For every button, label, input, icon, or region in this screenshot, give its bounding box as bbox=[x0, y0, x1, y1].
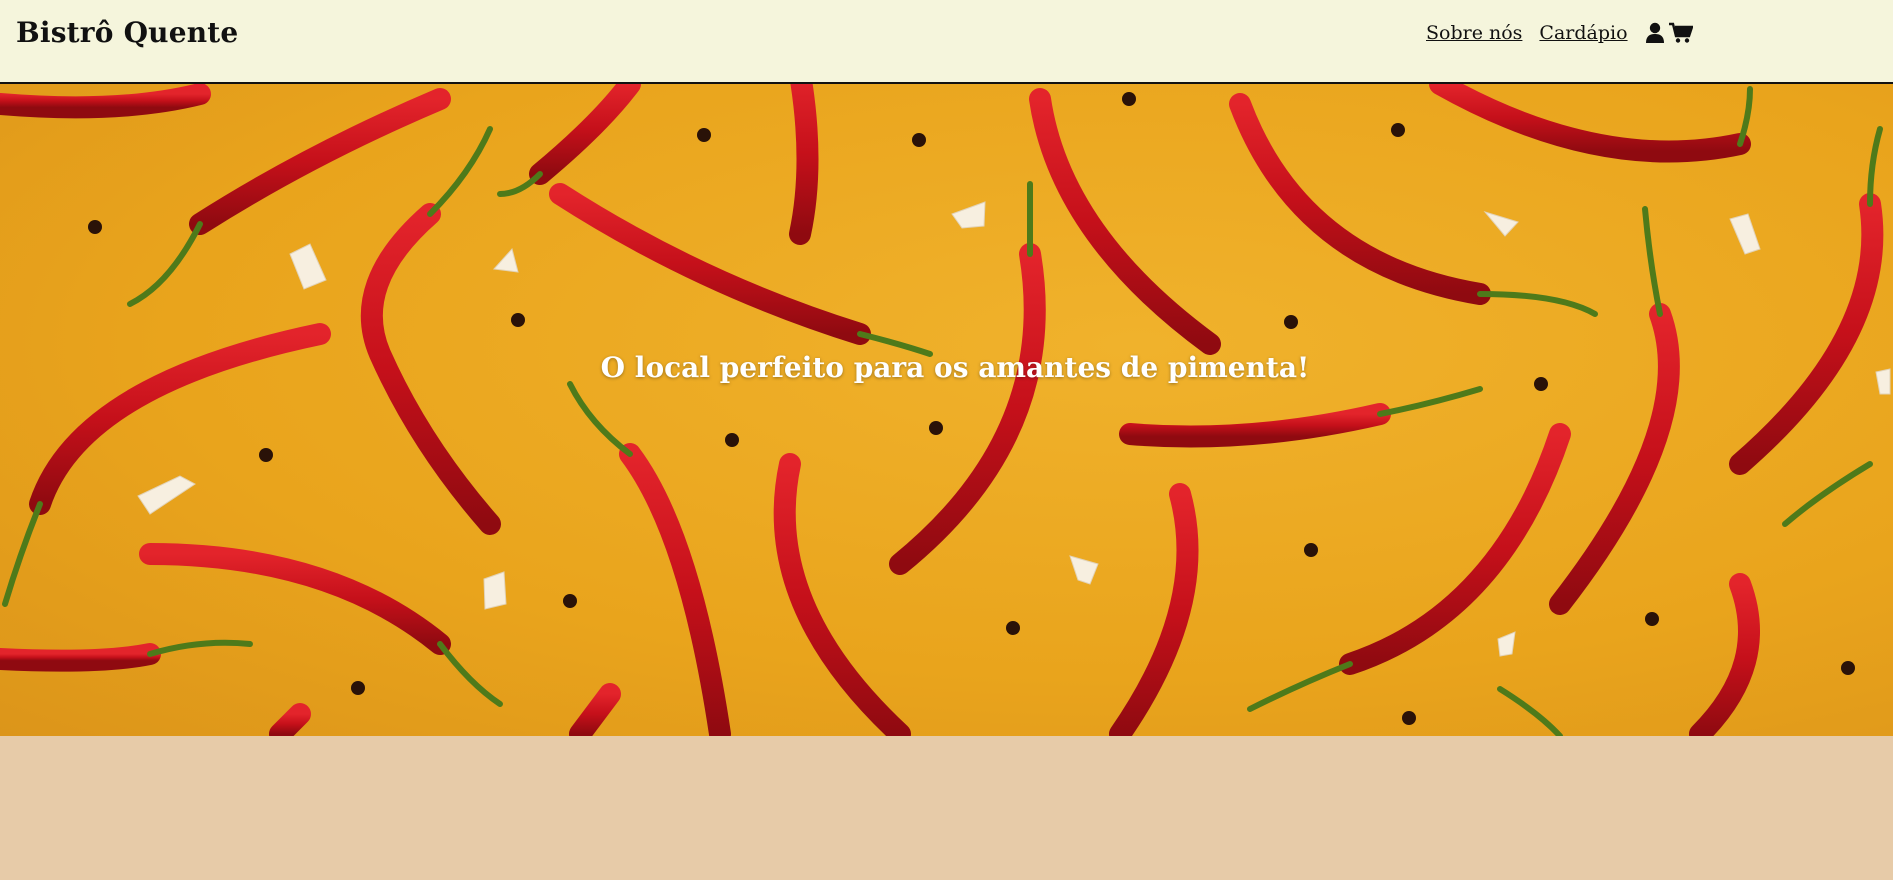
user-icon[interactable] bbox=[1645, 22, 1665, 44]
cart-icon[interactable] bbox=[1668, 22, 1693, 44]
site-header: Bistrô Quente Sobre nós Cardápio bbox=[0, 0, 1893, 84]
hero-background-image bbox=[0, 84, 1891, 736]
main-nav: Sobre nós Cardápio bbox=[1426, 22, 1693, 44]
nav-link-cardapio[interactable]: Cardápio bbox=[1539, 22, 1627, 44]
hero-banner: O local perfeito para os amantes de pime… bbox=[0, 84, 1893, 736]
nav-link-sobre-nos[interactable]: Sobre nós bbox=[1426, 22, 1522, 44]
header-icons bbox=[1645, 22, 1693, 44]
hero-title: O local perfeito para os amantes de pime… bbox=[600, 350, 1310, 384]
brand-logo[interactable]: Bistrô Quente bbox=[16, 16, 238, 49]
